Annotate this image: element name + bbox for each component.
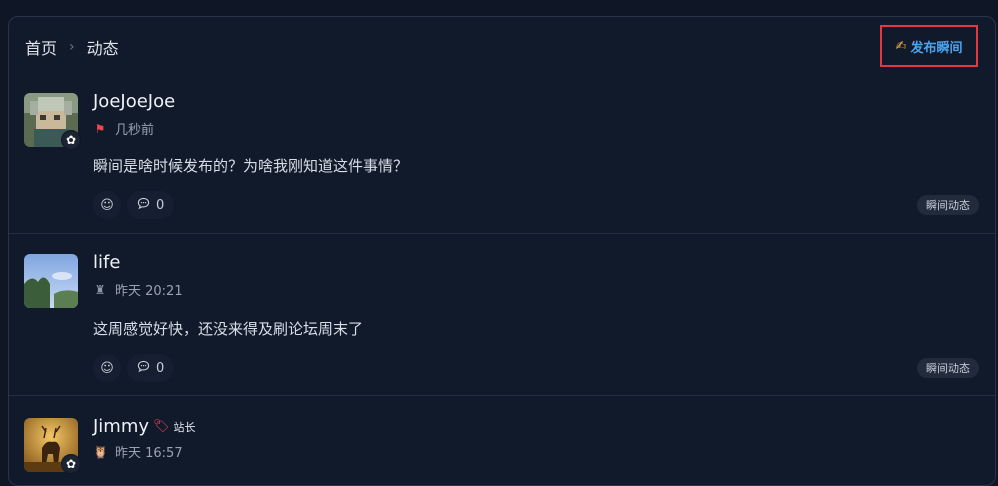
comment-count: 0 (156, 360, 165, 376)
comment-count: 0 (156, 197, 165, 213)
post-content: 瞬间是啥时候发布的？为啥我刚知道这件事情？ (93, 157, 409, 175)
post-content: 这周感觉好快，还没来得及刷论坛周末了 (93, 320, 364, 338)
writing-hand-icon: ✍ (895, 38, 907, 54)
comment-button[interactable]: 0 (127, 354, 175, 382)
publish-moment-button[interactable]: ✍ 发布瞬间 (880, 25, 978, 67)
category-chip[interactable]: 瞬间动态 (917, 195, 979, 215)
reaction-button[interactable]: ☺ (93, 354, 121, 382)
comment-button[interactable]: 0 (127, 191, 175, 219)
username: life (93, 252, 120, 273)
flower-badge-icon: ✿ (61, 130, 81, 150)
reaction-button[interactable]: ☺ (93, 191, 121, 219)
username-text[interactable]: Jimmy (93, 416, 149, 437)
category-chip[interactable]: 瞬间动态 (917, 358, 979, 378)
smiley-icon: ☺ (100, 197, 114, 213)
post-time: 几秒前 (115, 123, 155, 138)
post-meta: ⚑ 几秒前 (93, 119, 155, 139)
post-meta: ♜ 昨天 20:21 (93, 280, 183, 300)
breadcrumb-home[interactable]: 首页 (25, 35, 57, 59)
post-actions: ☺ 0 (93, 191, 175, 219)
username-text[interactable]: life (93, 252, 120, 273)
moment-post: ✿ JoeJoeJoe ⚑ 几秒前 瞬间是啥时候发布的？为啥我刚知道这件事情？ … (9, 75, 995, 233)
flower-badge-icon: ✿ (61, 454, 81, 474)
moment-post: life ♜ 昨天 20:21 这周感觉好快，还没来得及刷论坛周末了 ☺ 0 瞬… (9, 233, 995, 396)
moment-post: ✿ Jimmy 🏷 站长 🦉 昨天 16:57 (9, 395, 995, 485)
post-meta: 🦉 昨天 16:57 (93, 442, 183, 462)
avatar[interactable] (24, 254, 78, 308)
post-time: 昨天 16:57 (115, 446, 183, 461)
flag-icon: ⚑ (94, 121, 106, 136)
comment-icon (137, 197, 150, 214)
smiley-icon: ☺ (100, 360, 114, 376)
publish-moment-label: 发布瞬间 (910, 40, 963, 56)
role-badge: 站长 (173, 420, 196, 434)
top-bar: 首页 › 动态 ✍ 发布瞬间 (9, 17, 995, 75)
owl-icon: 🦉 (93, 444, 108, 459)
breadcrumb-current: 动态 (86, 39, 119, 58)
comment-icon (137, 360, 150, 377)
statue-icon: ♜ (94, 282, 106, 297)
username: JoeJoeJoe (93, 91, 175, 112)
breadcrumb: 首页 › 动态 (25, 35, 119, 59)
post-actions: ☺ 0 (93, 354, 175, 382)
tag-icon: 🏷 (153, 419, 170, 434)
post-time: 昨天 20:21 (115, 284, 183, 299)
username-text[interactable]: JoeJoeJoe (93, 91, 175, 112)
chevron-right-icon: › (69, 39, 75, 55)
username: Jimmy 🏷 站长 (93, 416, 196, 437)
moments-panel: 首页 › 动态 ✍ 发布瞬间 ✿ JoeJoeJoe ⚑ 几秒前 瞬间是啥时候发… (8, 16, 996, 486)
